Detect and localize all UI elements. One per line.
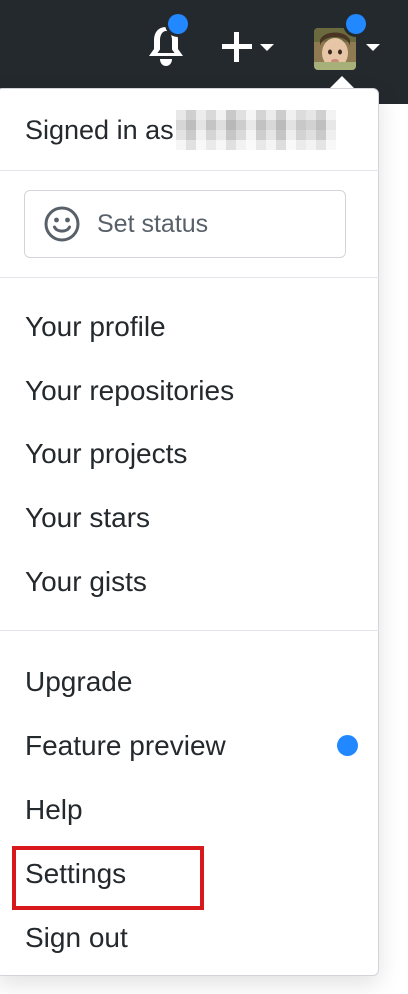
- dropdown-pointer: [330, 76, 354, 88]
- set-status-label: Set status: [97, 209, 209, 238]
- menu-divider: [0, 277, 379, 278]
- username-redacted: [175, 110, 336, 150]
- avatar: [314, 28, 356, 70]
- caret-down-icon: [366, 44, 380, 51]
- notification-indicator: [168, 14, 188, 34]
- notifications-button[interactable]: [146, 14, 188, 70]
- create-new-button[interactable]: [220, 30, 282, 64]
- menu-item-your-gists[interactable]: Your gists: [25, 562, 147, 602]
- set-status-button[interactable]: Set status: [24, 190, 346, 258]
- menu-item-upgrade[interactable]: Upgrade: [25, 662, 132, 702]
- menu-item-your-stars[interactable]: Your stars: [25, 498, 150, 538]
- menu-item-your-repositories[interactable]: Your repositories: [25, 371, 234, 411]
- menu-item-feature-preview[interactable]: Feature preview: [25, 726, 226, 766]
- menu-divider: [0, 630, 379, 631]
- signed-in-label: Signed in as: [25, 115, 174, 145]
- menu-divider: [0, 170, 379, 171]
- signed-in-header: Signed in as: [25, 110, 336, 150]
- notification-indicator: [346, 14, 366, 34]
- menu-item-help[interactable]: Help: [25, 790, 83, 830]
- menu-item-settings[interactable]: Settings: [25, 854, 126, 894]
- menu-item-your-projects[interactable]: Your projects: [25, 434, 187, 474]
- smiley-icon: [44, 206, 80, 242]
- feature-preview-indicator: [337, 735, 358, 756]
- user-menu-button[interactable]: [312, 14, 384, 74]
- plus-icon: [222, 32, 252, 62]
- menu-item-your-profile[interactable]: Your profile: [25, 307, 166, 347]
- caret-down-icon: [260, 44, 274, 51]
- menu-item-sign-out[interactable]: Sign out: [25, 918, 128, 958]
